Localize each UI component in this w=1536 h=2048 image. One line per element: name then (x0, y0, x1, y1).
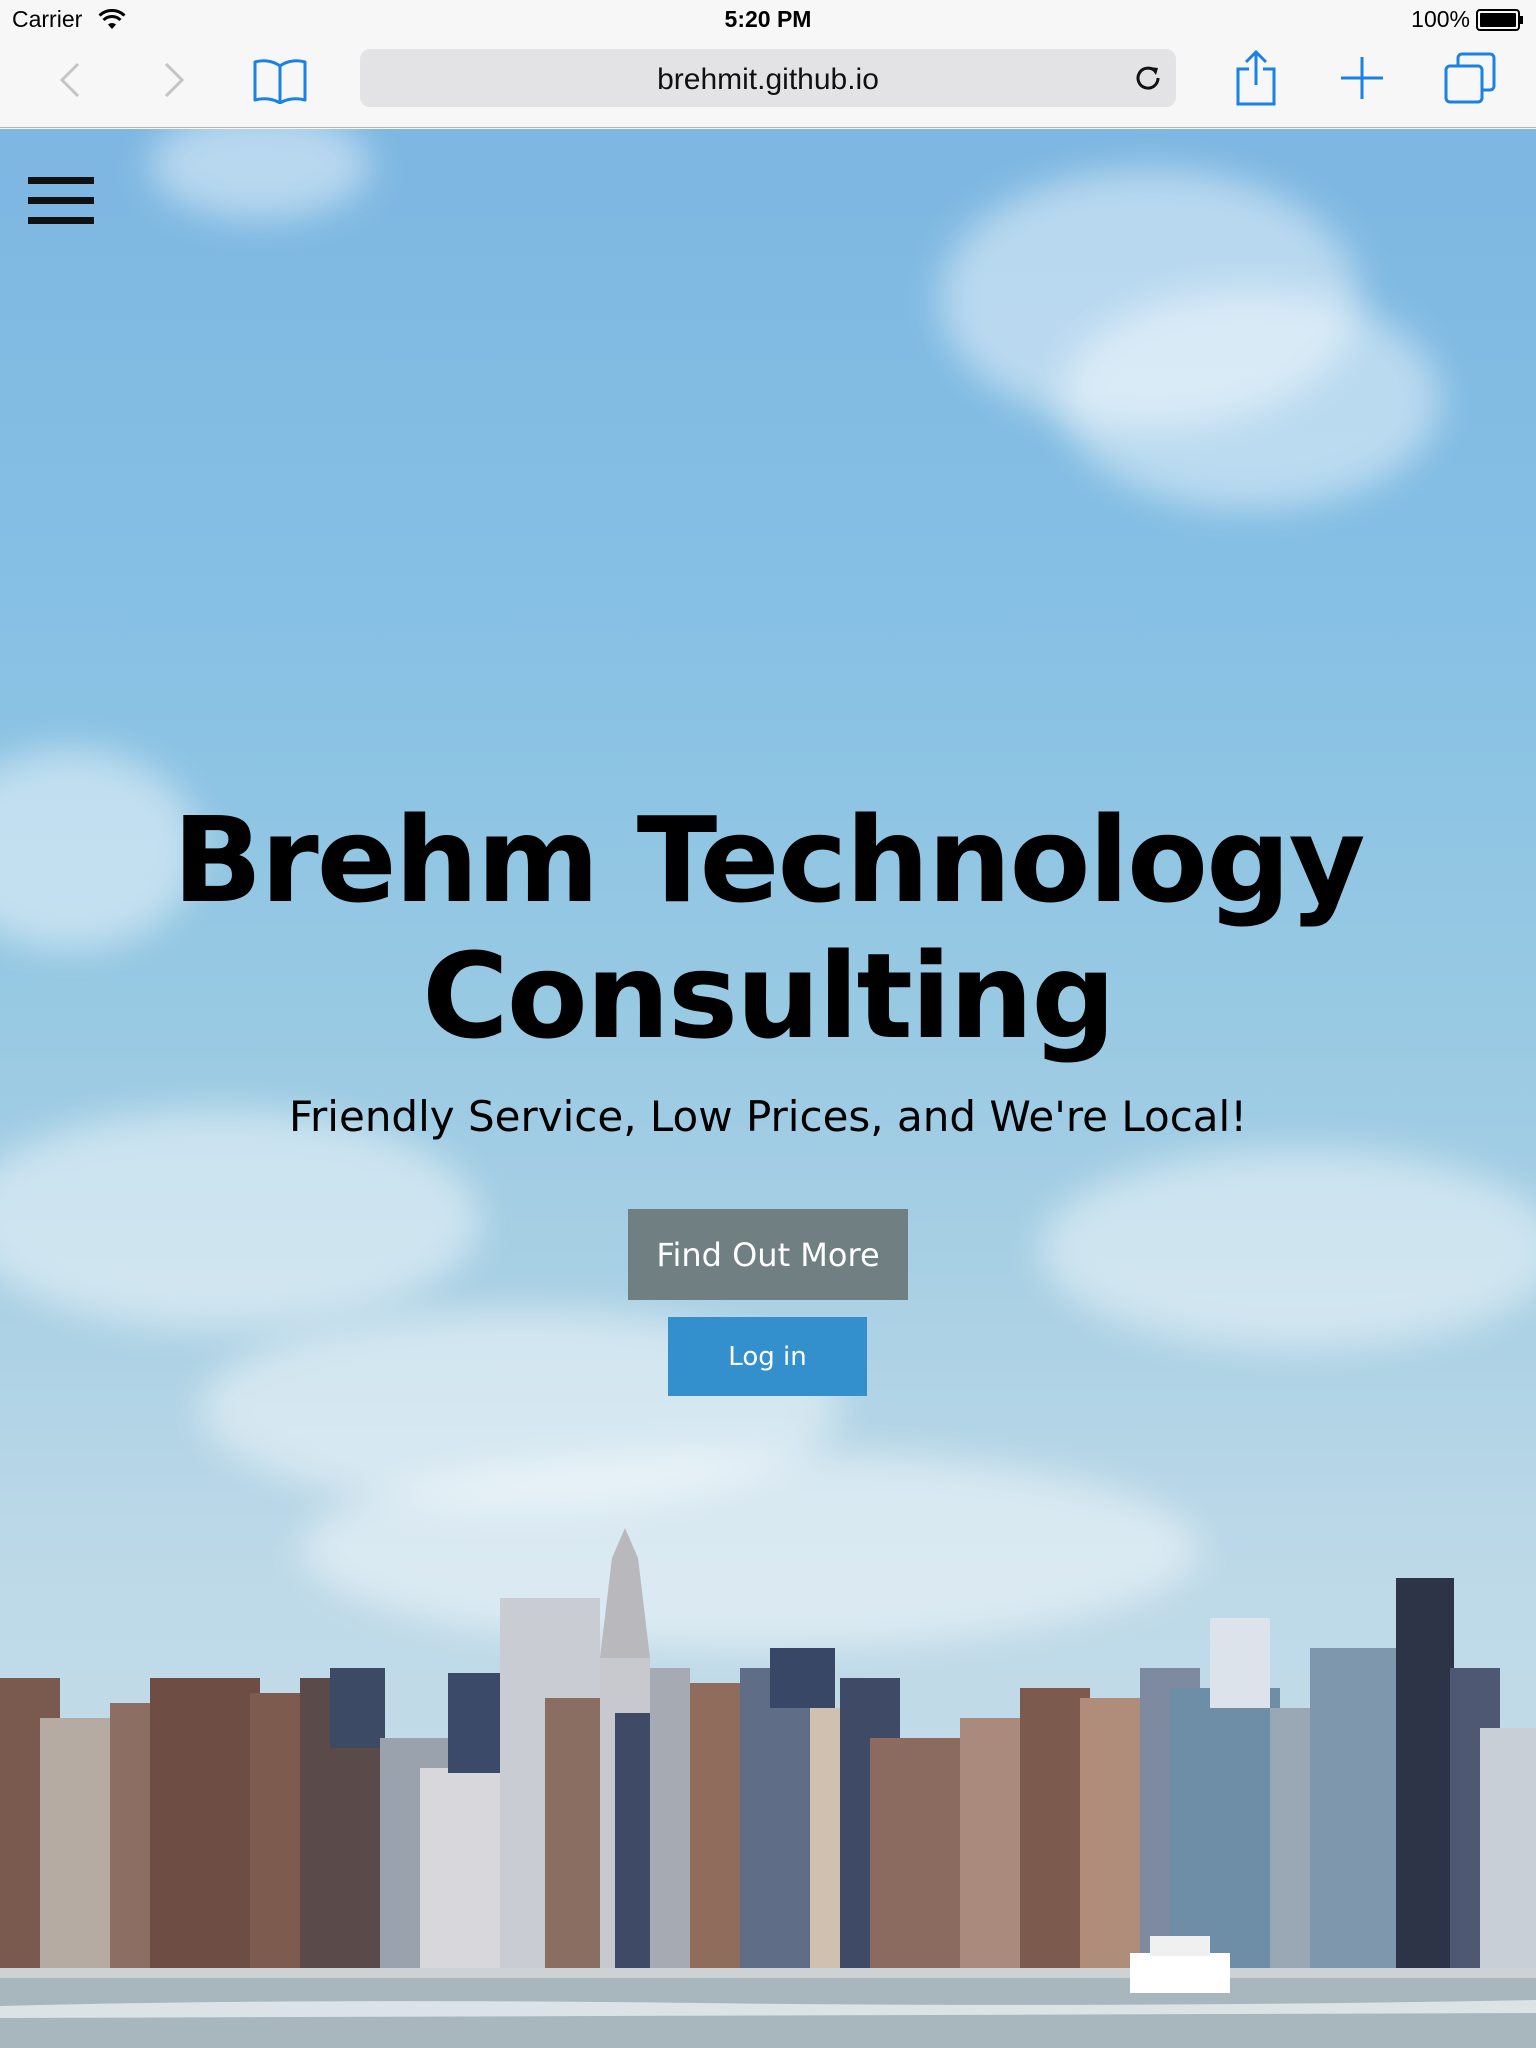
hamburger-icon-bar (28, 217, 94, 224)
tabs-button[interactable] (1438, 48, 1502, 108)
page-title: Brehm Technology Consulting (0, 792, 1536, 1064)
carrier-label: Carrier (12, 6, 83, 32)
bookmarks-book-icon (253, 59, 307, 104)
hamburger-icon-bar (28, 197, 94, 204)
forward-button[interactable] (148, 52, 200, 108)
back-button[interactable] (44, 52, 96, 108)
cloud (150, 129, 370, 219)
new-tab-button[interactable] (1332, 48, 1392, 108)
battery-icon (1476, 9, 1523, 31)
hamburger-icon-bar (28, 177, 94, 184)
cloud (0, 1109, 480, 1329)
tagline: Friendly Service, Low Prices, and We're … (288, 1092, 1248, 1141)
reload-icon[interactable] (1132, 62, 1164, 94)
bookmarks-button[interactable] (248, 52, 312, 108)
status-bar: Carrier 5:20 PM 100% (0, 0, 1536, 40)
cloud (1060, 289, 1440, 509)
url-text: brehmit.github.io (657, 63, 879, 96)
battery-percentage: 100% (1411, 6, 1470, 32)
title-line-2: Consulting (422, 927, 1116, 1065)
new-tab-plus-icon (1341, 57, 1383, 99)
wifi-icon (98, 9, 126, 29)
address-bar[interactable]: brehmit.github.io (360, 49, 1176, 107)
tabs-icon (1444, 52, 1496, 104)
share-icon (1236, 49, 1276, 106)
city-skyline-image (0, 1528, 1536, 2048)
login-button[interactable]: Log in (668, 1317, 867, 1396)
share-button[interactable] (1226, 46, 1286, 110)
find-out-more-button[interactable]: Find Out More (628, 1209, 908, 1300)
browser-toolbar: brehmit.github.io (0, 40, 1536, 128)
forward-chevron-icon (164, 62, 185, 98)
cloud (1040, 1149, 1536, 1349)
back-chevron-icon (59, 62, 80, 98)
hero-section: Brehm Technology Consulting Friendly Ser… (0, 129, 1536, 2048)
title-line-1: Brehm Technology (172, 791, 1366, 929)
menu-toggle-button[interactable] (28, 177, 94, 225)
clock: 5:20 PM (724, 6, 812, 32)
